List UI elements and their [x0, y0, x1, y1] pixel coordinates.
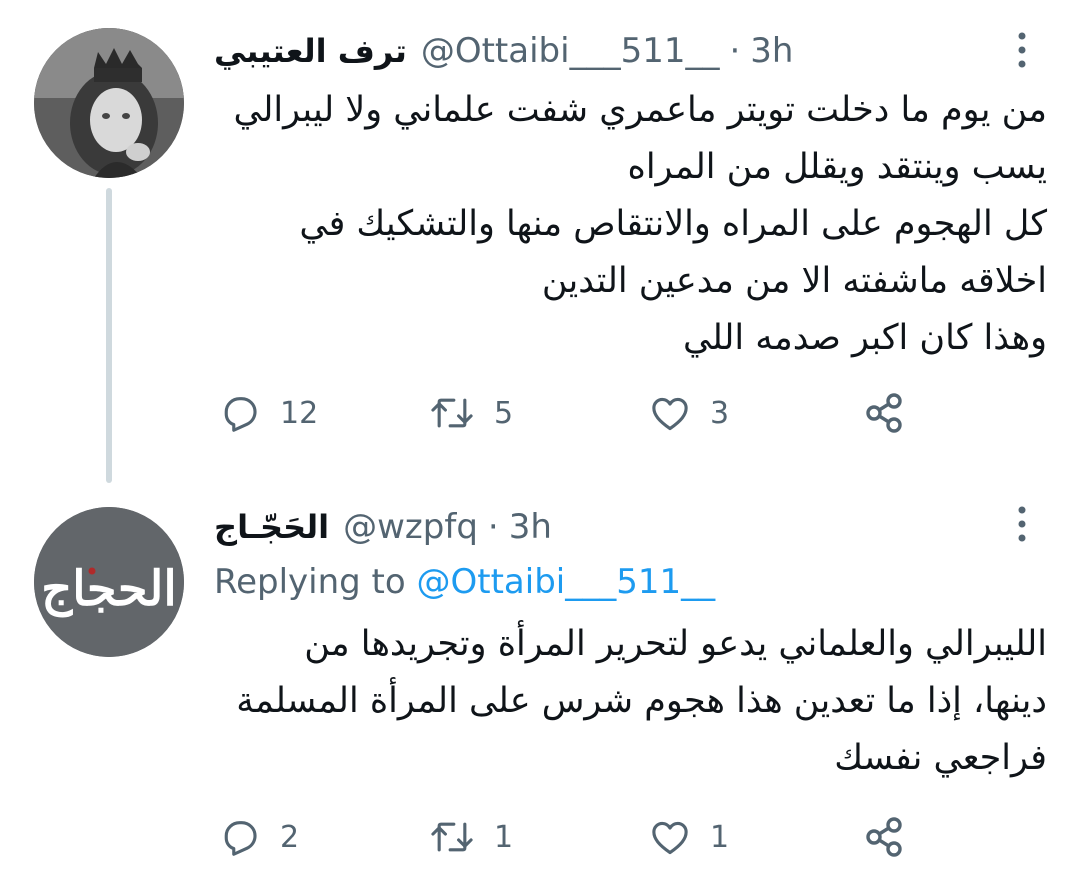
separator-dot: ·	[729, 31, 741, 71]
tweet-text-line: الليبرالي والعلماني يدعو لتحرير المرأة و…	[304, 624, 1047, 664]
reply-icon	[224, 821, 257, 856]
retweet-icon	[431, 398, 473, 428]
tweet-text-line: من يوم ما دخلت تويتر ماعمري شفت علماني و…	[233, 90, 1047, 130]
avatar-calligraphy-logo: الحجاج	[34, 507, 184, 657]
tweet-text-line: دينها، إذا ما تعدين هذا هجوم شرس على الم…	[236, 681, 1047, 721]
tweet-actions: 12 5 3	[214, 383, 934, 443]
more-options-button[interactable]	[1009, 502, 1035, 546]
share-button[interactable]	[860, 383, 908, 443]
reply-button[interactable]: 2	[218, 807, 299, 867]
tweet-text-line: فراجعي نفسك	[834, 738, 1047, 778]
tweet-actions: 2 1 1	[214, 807, 934, 867]
user-handle[interactable]: @wzpfq	[343, 507, 478, 547]
tweet-text-line: وهذا كان اكبر صدمه اللي	[683, 318, 1047, 358]
replying-to-label: Replying to	[214, 562, 406, 602]
tweet-reply[interactable]: الحجاج الحَجّـاج @wzpfq · 3h Replying to…	[0, 480, 1079, 881]
user-handle[interactable]: @Ottaibi___511__	[421, 31, 720, 71]
like-button[interactable]: 1	[648, 807, 729, 867]
retweet-button[interactable]: 1	[428, 807, 513, 867]
display-name[interactable]: ترف العتيبي	[214, 32, 407, 70]
tweet-header: ترف العتيبي @Ottaibi___511__ · 3h	[214, 26, 999, 76]
heart-icon	[652, 821, 688, 855]
reply-icon	[224, 397, 257, 432]
replying-to: Replying to @Ottaibi___511__	[214, 562, 715, 602]
retweet-icon	[431, 822, 473, 852]
more-options-button[interactable]	[1009, 28, 1035, 72]
like-button[interactable]: 3	[648, 383, 729, 443]
reply-count: 12	[280, 395, 319, 431]
tweet-text: الليبرالي والعلماني يدعو لتحرير المرأة و…	[214, 616, 1047, 787]
share-icon	[866, 393, 902, 433]
separator-dot: ·	[487, 507, 499, 547]
display-name[interactable]: الحَجّـاج	[214, 508, 329, 546]
share-button[interactable]	[860, 807, 908, 867]
avatar[interactable]	[34, 28, 184, 178]
reply-count: 2	[280, 819, 300, 855]
avatar-calligraphy-text: الحجاج	[41, 561, 177, 618]
avatar-girl-with-crown-image	[34, 28, 184, 178]
replying-to-mention[interactable]: @Ottaibi___511__	[417, 562, 716, 602]
avatar[interactable]: الحجاج	[34, 507, 184, 657]
like-count: 3	[710, 395, 730, 431]
like-count: 1	[710, 819, 730, 855]
tweet-original[interactable]: ترف العتيبي @Ottaibi___511__ · 3h من يوم…	[0, 0, 1079, 480]
retweet-count: 5	[494, 395, 514, 431]
timestamp[interactable]: 3h	[750, 31, 793, 71]
timestamp[interactable]: 3h	[509, 507, 552, 547]
heart-icon	[652, 397, 688, 431]
share-icon	[866, 817, 902, 857]
tweet-text-line: يسب وينتقد ويقلل من المراه	[627, 147, 1047, 187]
tweet-text-line: كل الهجوم على المراه والانتقاص منها والت…	[299, 204, 1047, 244]
more-vertical-icon	[1018, 506, 1026, 542]
retweet-count: 1	[494, 819, 514, 855]
tweet-header: الحَجّـاج @wzpfq · 3h	[214, 502, 999, 552]
more-vertical-icon	[1018, 32, 1026, 68]
retweet-button[interactable]: 5	[428, 383, 513, 443]
tweet-text-line: اخلاقه ماشفته الا من مدعين التدين	[541, 261, 1047, 301]
reply-button[interactable]: 12	[218, 383, 318, 443]
tweet-text: من يوم ما دخلت تويتر ماعمري شفت علماني و…	[214, 82, 1047, 367]
